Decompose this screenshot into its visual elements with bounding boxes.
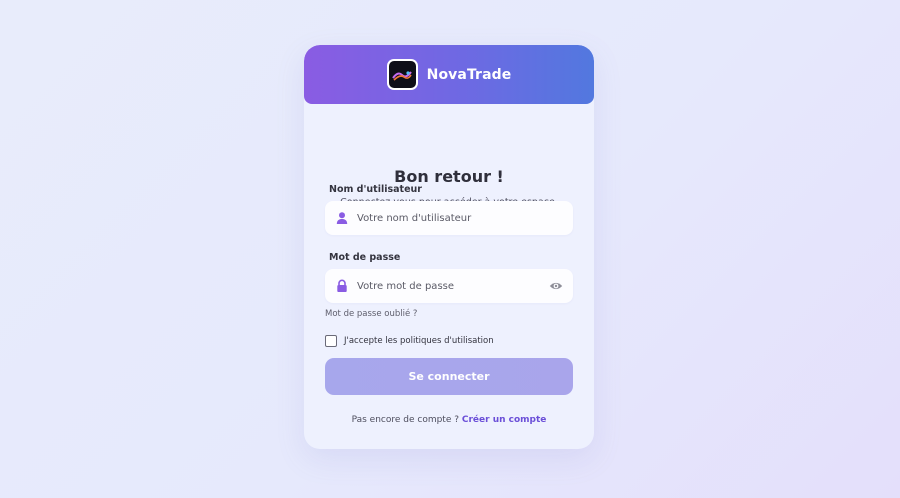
eye-icon[interactable] (549, 279, 563, 293)
card-header: NovaTrade (304, 45, 594, 104)
password-input[interactable] (357, 269, 557, 303)
terms-label: J'accepte les politiques d'utilisation (344, 336, 494, 346)
username-input[interactable] (357, 201, 557, 235)
terms-checkbox[interactable] (325, 335, 337, 347)
brand-name: NovaTrade (426, 66, 512, 83)
login-button[interactable]: Se connecter (325, 358, 573, 395)
username-label: Nom d'utilisateur (329, 184, 422, 195)
forgot-password-link[interactable]: Mot de passe oublié ? (325, 309, 417, 319)
signup-prompt-text: Pas encore de compte ? (351, 415, 460, 425)
password-label: Mot de passe (329, 252, 401, 263)
novatrade-logo-icon (392, 70, 412, 81)
user-icon (336, 212, 348, 224)
create-account-link[interactable]: Créer un compte (462, 415, 547, 425)
signup-prompt: Pas encore de compte ? Créer un compte (304, 415, 594, 425)
username-field[interactable] (325, 201, 573, 235)
password-field[interactable] (325, 269, 573, 303)
lock-icon (337, 279, 347, 292)
brand-logo (386, 59, 418, 90)
